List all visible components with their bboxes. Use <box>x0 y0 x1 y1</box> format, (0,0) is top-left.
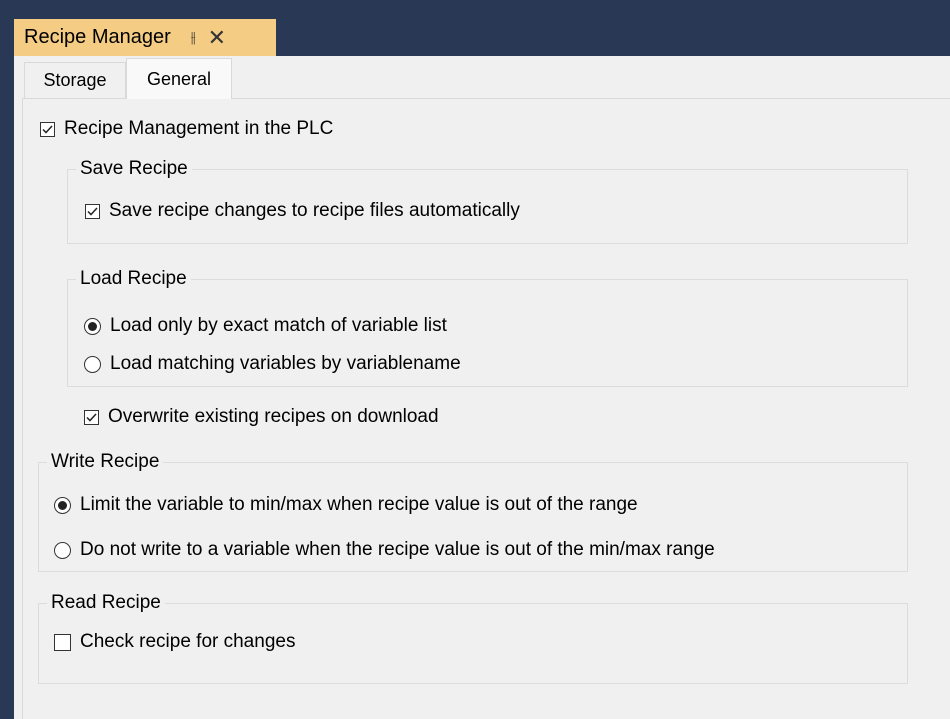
load-exact-match-radio-row[interactable]: Load only by exact match of variable lis… <box>84 314 447 338</box>
load-by-name-radio[interactable] <box>84 355 101 373</box>
limit-min-max-radio-row[interactable]: Limit the variable to min/max when recip… <box>54 493 638 517</box>
checkmark-icon <box>87 206 98 216</box>
read-recipe-legend: Read Recipe <box>47 592 165 614</box>
radio-selected-dot <box>88 321 97 331</box>
tab-storage-label: Storage <box>43 70 107 90</box>
skip-out-of-range-radio-row[interactable]: Do not write to a variable when the reci… <box>54 538 715 562</box>
recipe-manager-panel: Storage General Recipe Management in the… <box>14 56 950 719</box>
load-recipe-legend: Load Recipe <box>76 268 191 290</box>
load-by-name-radio-row[interactable]: Load matching variables by variablename <box>84 352 461 376</box>
recipe-management-checkbox-row[interactable]: Recipe Management in the PLC <box>40 117 333 141</box>
general-tab-content: Recipe Management in the PLC Save Recipe… <box>22 98 950 719</box>
overwrite-label: Overwrite existing recipes on download <box>108 406 439 427</box>
skip-out-of-range-radio[interactable] <box>54 541 71 559</box>
load-exact-match-label: Load only by exact match of variable lis… <box>110 315 447 336</box>
save-recipe-legend: Save Recipe <box>76 158 192 180</box>
skip-out-of-range-label: Do not write to a variable when the reci… <box>80 539 715 560</box>
left-frame <box>0 0 14 719</box>
limit-min-max-radio[interactable] <box>54 496 71 514</box>
read-recipe-group: Read Recipe Check recipe for changes <box>38 592 908 684</box>
checkmark-icon <box>86 412 97 422</box>
tab-storage[interactable]: Storage <box>24 62 126 98</box>
recipe-management-label: Recipe Management in the PLC <box>64 118 334 139</box>
recipe-management-checkbox[interactable] <box>40 121 55 137</box>
checkmark-icon <box>42 124 53 134</box>
overwrite-checkbox-row[interactable]: Overwrite existing recipes on download <box>84 405 439 429</box>
pin-icon[interactable]: ⫲ <box>191 29 196 46</box>
document-tab-recipe-manager[interactable]: Recipe Manager ⫲ ✕ <box>14 19 276 56</box>
load-by-name-label: Load matching variables by variablename <box>110 353 461 374</box>
overwrite-checkbox[interactable] <box>84 409 99 425</box>
auto-save-checkbox[interactable] <box>85 203 100 219</box>
save-recipe-group: Save Recipe Save recipe changes to recip… <box>67 158 908 244</box>
write-recipe-legend: Write Recipe <box>47 451 164 473</box>
tab-general[interactable]: General <box>126 58 232 99</box>
tab-general-label: General <box>146 68 212 89</box>
auto-save-label: Save recipe changes to recipe files auto… <box>109 200 520 221</box>
check-changes-checkbox-row[interactable]: Check recipe for changes <box>54 630 295 654</box>
auto-save-checkbox-row[interactable]: Save recipe changes to recipe files auto… <box>85 199 520 223</box>
document-tab-title: Recipe Manager <box>24 26 171 48</box>
radio-selected-dot <box>58 500 67 510</box>
check-changes-label: Check recipe for changes <box>80 631 296 652</box>
write-recipe-group: Write Recipe Limit the variable to min/m… <box>38 451 908 572</box>
check-changes-checkbox[interactable] <box>54 633 71 651</box>
load-exact-match-radio[interactable] <box>84 317 101 335</box>
limit-min-max-label: Limit the variable to min/max when recip… <box>80 494 638 515</box>
load-recipe-group: Load Recipe Load only by exact match of … <box>67 268 908 387</box>
tab-strip: Storage General <box>14 56 950 99</box>
close-icon[interactable]: ✕ <box>208 26 226 49</box>
